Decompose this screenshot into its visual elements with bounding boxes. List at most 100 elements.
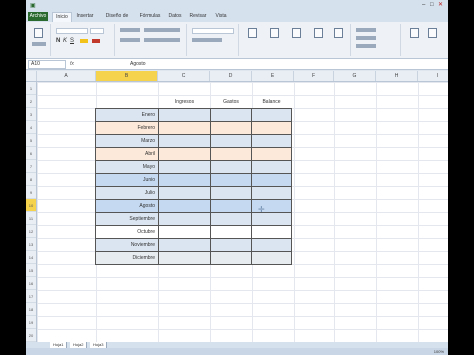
close-icon[interactable]: ✕ [438,2,443,8]
insert-cells-icon[interactable] [314,28,323,38]
month-cell[interactable]: Julio [95,186,159,200]
value-cell[interactable] [251,238,292,252]
value-cell[interactable] [210,121,252,135]
row-header-14[interactable]: 14 [26,251,36,264]
column-header-g[interactable]: G [334,71,376,81]
row-header-4[interactable]: 4 [26,121,36,134]
value-cell[interactable] [210,173,252,187]
row-header-6[interactable]: 6 [26,147,36,160]
value-cell[interactable] [251,147,292,161]
value-cell[interactable] [251,108,292,122]
value-cell[interactable] [158,160,211,174]
maximize-icon[interactable]: □ [430,2,434,8]
column-header-h[interactable]: H [376,71,418,81]
value-cell[interactable] [158,251,211,265]
value-cell[interactable] [158,121,211,135]
italic-icon[interactable]: K [63,38,67,44]
currency-icon[interactable] [192,38,222,42]
cell-styles-icon[interactable] [292,28,301,38]
row-header-12[interactable]: 12 [26,225,36,238]
month-cell[interactable]: Abril [95,147,159,161]
row-header-7[interactable]: 7 [26,160,36,173]
month-cell[interactable]: Junio [95,173,159,187]
select-all-corner[interactable] [26,71,37,81]
value-cell[interactable] [210,225,252,239]
value-cell[interactable] [251,186,292,200]
row-header-13[interactable]: 13 [26,238,36,251]
number-format-select[interactable] [192,28,234,34]
align-top-icon[interactable] [120,28,140,32]
cut-icon[interactable] [32,42,46,46]
name-box[interactable]: A10 [28,60,66,69]
font-size-select[interactable] [90,28,104,34]
row-header-10[interactable]: 10 [26,199,36,212]
row-header-1[interactable]: 1 [26,82,36,95]
column-header-d[interactable]: D [210,71,252,81]
value-cell[interactable] [158,225,211,239]
tab-inicio[interactable]: Inicio [52,12,72,22]
bold-icon[interactable]: N [56,38,60,44]
month-cell[interactable]: Noviembre [95,238,159,252]
font-color-icon[interactable] [92,39,100,43]
paste-icon[interactable] [34,28,43,38]
value-cell[interactable] [251,212,292,226]
tab-frmulas[interactable]: Fórmulas [138,12,162,21]
fill-color-icon[interactable] [80,39,88,43]
format-as-table-icon[interactable] [270,28,279,38]
formula-input[interactable]: Agosto [130,60,146,68]
month-cell[interactable]: Septiembre [95,212,159,226]
row-header-15[interactable]: 15 [26,264,36,277]
month-cell[interactable]: Mayo [95,160,159,174]
value-cell[interactable] [210,134,252,148]
column-header-e[interactable]: E [252,71,294,81]
row-header-19[interactable]: 19 [26,316,36,329]
row-header-16[interactable]: 16 [26,277,36,290]
value-cell[interactable] [210,238,252,252]
value-cell[interactable] [158,147,211,161]
value-cell[interactable] [158,199,211,213]
merge-center-icon[interactable] [144,38,180,42]
fill-icon[interactable] [356,36,376,40]
value-cell[interactable] [251,173,292,187]
row-header-5[interactable]: 5 [26,134,36,147]
value-cell[interactable] [251,225,292,239]
column-header-i[interactable]: I [418,71,448,81]
row-header-3[interactable]: 3 [26,108,36,121]
column-header-c[interactable]: C [158,71,210,81]
month-cell[interactable]: Febrero [95,121,159,135]
value-cell[interactable] [210,199,252,213]
value-cell[interactable] [251,160,292,174]
row-header-8[interactable]: 8 [26,173,36,186]
value-cell[interactable] [210,108,252,122]
align-left-icon[interactable] [120,38,140,42]
sort-filter-icon[interactable] [410,28,419,38]
conditional-format-icon[interactable] [248,28,257,38]
tab-datos[interactable]: Datos [166,12,184,21]
month-cell[interactable]: Marzo [95,134,159,148]
tab-insertar[interactable]: Insertar [74,12,96,21]
month-cell[interactable]: Enero [95,108,159,122]
value-cell[interactable] [158,108,211,122]
header-blank-cell[interactable] [96,96,159,109]
value-cell[interactable] [158,212,211,226]
sum-icon[interactable] [356,28,376,32]
month-cell[interactable]: Diciembre [95,251,159,265]
value-cell[interactable] [251,134,292,148]
row-header-11[interactable]: 11 [26,212,36,225]
month-cell[interactable]: Agosto [95,199,159,213]
row-header-9[interactable]: 9 [26,186,36,199]
tab-diseodepgina[interactable]: Diseño de página [100,12,134,28]
column-heading-balance[interactable]: Balance [251,96,292,109]
column-heading-gastos[interactable]: Gastos [210,96,252,109]
row-header-20[interactable]: 20 [26,329,36,342]
row-header-2[interactable]: 2 [26,95,36,108]
value-cell[interactable] [210,186,252,200]
clear-icon[interactable] [356,44,376,48]
column-header-a[interactable]: A [37,71,96,81]
zoom-level[interactable]: 100% [434,348,444,355]
row-header-17[interactable]: 17 [26,290,36,303]
tab-archivo[interactable]: Archivo [28,12,48,21]
wrap-text-icon[interactable] [144,28,180,32]
month-cell[interactable]: Octubre [95,225,159,239]
value-cell[interactable] [158,186,211,200]
